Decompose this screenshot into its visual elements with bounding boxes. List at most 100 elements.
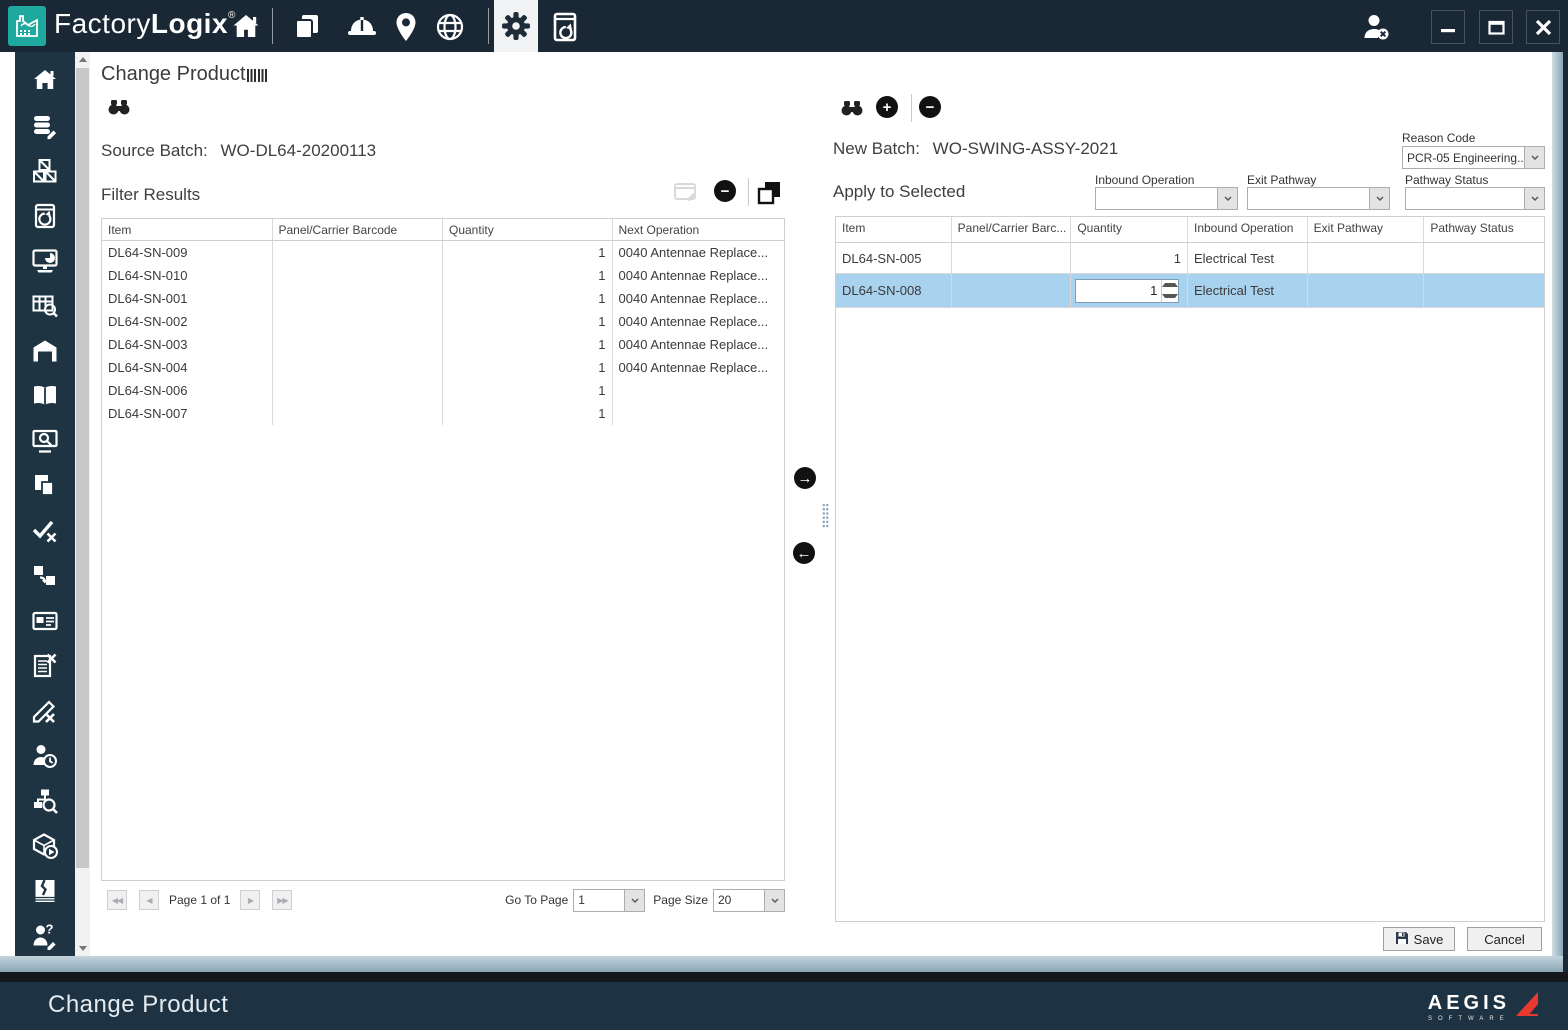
col-pathway-status[interactable]: Pathway Status [1424, 217, 1544, 242]
globe-icon[interactable] [432, 10, 468, 44]
sidebar-measure-cancel-icon[interactable] [30, 696, 60, 726]
vertical-scrollbar[interactable] [1552, 52, 1563, 956]
add-item-button[interactable]: + [876, 96, 898, 118]
app-window: FactoryLogix® [0, 0, 1568, 1030]
sidebar-query-builder-icon[interactable] [30, 291, 60, 321]
sidebar-dashboards-icon[interactable] [30, 246, 60, 276]
sidebar-product-add-icon[interactable] [30, 831, 60, 861]
col-item[interactable]: Item [836, 217, 952, 242]
batches-icon[interactable] [289, 10, 325, 44]
page-size-select[interactable]: 20 [713, 889, 785, 912]
save-button[interactable]: Save [1383, 927, 1455, 951]
move-right-button[interactable]: → [794, 467, 816, 489]
source-batch-label: Source Batch: [101, 141, 208, 160]
cancel-button[interactable]: Cancel [1467, 927, 1542, 951]
inbound-operation-select[interactable] [1095, 187, 1238, 210]
sidebar-wip-transfer-icon[interactable] [30, 471, 60, 501]
settings-gear-button[interactable] [494, 0, 538, 52]
goto-page-label: Go To Page [505, 893, 568, 907]
chevron-down-icon [764, 890, 784, 911]
filter-results-table: Item Panel/Carrier Barcode Quantity Next… [101, 218, 785, 881]
scroll-down-icon[interactable] [75, 941, 90, 956]
sidebar-data-editor-icon[interactable] [30, 111, 60, 141]
table-row[interactable]: DL64-SN-00310040 Antennae Replace... [102, 333, 784, 356]
table-row-selected[interactable]: DL64-SN-008 1 Electrical Test [836, 274, 1544, 308]
chevron-down-icon [1524, 147, 1544, 168]
col-item[interactable]: Item [102, 219, 273, 240]
next-page-button[interactable]: ▶ [240, 890, 260, 910]
spinner-down-icon[interactable] [1162, 291, 1178, 302]
table-row[interactable]: DL64-SN-00210040 Antennae Replace... [102, 310, 784, 333]
maximize-button[interactable] [1479, 10, 1513, 44]
horizontal-scrollbar[interactable] [0, 956, 1563, 972]
logout-user-icon[interactable] [1358, 10, 1394, 44]
pathway-status-select[interactable] [1405, 187, 1545, 210]
chevron-down-icon [1369, 188, 1389, 209]
quantity-stepper[interactable]: 1 [1075, 279, 1179, 303]
col-inbound-operation[interactable]: Inbound Operation [1188, 217, 1308, 242]
table-row[interactable]: DL64-SN-00910040 Antennae Replace... [102, 241, 784, 264]
sidebar-org-lookup-icon[interactable] [30, 786, 60, 816]
table-row[interactable]: DL64-SN-0061 [102, 379, 784, 402]
sidebar-materials-icon[interactable] [30, 156, 60, 186]
sidebar-lookup-icon[interactable] [30, 426, 60, 456]
scroll-up-icon[interactable] [75, 52, 90, 67]
goto-page-select[interactable]: 1 [573, 889, 645, 912]
remove-item-button[interactable]: − [714, 180, 736, 202]
table-row[interactable]: DL64-SN-005 1 Electrical Test [836, 243, 1544, 274]
sidebar-package-damage-icon[interactable] [30, 876, 60, 906]
barcode-icon [247, 69, 267, 82]
scrollbar-thumb[interactable] [76, 68, 89, 868]
status-bar: Change Product AEGIS SOFTWARE [0, 982, 1568, 1030]
first-page-button[interactable]: ◀◀ [107, 890, 127, 910]
sidebar-batch-history-icon[interactable] [30, 201, 60, 231]
source-batch-value: WO-DL64-20200113 [221, 141, 377, 160]
sidebar-scrollbar[interactable] [75, 52, 90, 956]
remove-item-button[interactable]: − [919, 96, 941, 118]
last-page-button[interactable]: ▶▶ [272, 890, 292, 910]
table-row[interactable]: DL64-SN-0071 [102, 402, 784, 425]
sidebar-verification-icon[interactable] [30, 516, 60, 546]
col-panel-barcode[interactable]: Panel/Carrier Barc... [952, 217, 1072, 242]
exit-pathway-select[interactable] [1247, 187, 1390, 210]
production-hardhat-icon[interactable] [344, 10, 380, 44]
home-nav-button[interactable] [228, 10, 264, 44]
prev-page-button[interactable]: ◀ [139, 890, 159, 910]
search-binoculars-icon[interactable] [107, 100, 131, 120]
select-all-icon[interactable] [757, 180, 782, 210]
col-panel-barcode[interactable]: Panel/Carrier Barcode [273, 219, 444, 240]
chevron-down-icon [624, 890, 644, 911]
sidebar-defect-list-icon[interactable] [30, 651, 60, 681]
location-pin-icon[interactable] [388, 10, 424, 44]
sidebar-labor-time-icon[interactable] [30, 741, 60, 771]
col-quantity[interactable]: Quantity [443, 219, 613, 240]
toolbar-separator [272, 8, 273, 44]
sidebar-documentation-icon[interactable] [30, 381, 60, 411]
sidebar-warehouse-icon[interactable] [30, 336, 60, 366]
sidebar-badge-icon[interactable] [30, 606, 60, 636]
apply-selected-header: Item Panel/Carrier Barc... Quantity Inbo… [836, 217, 1544, 243]
toolbar-separator [488, 8, 489, 44]
search-binoculars-icon[interactable] [840, 101, 864, 121]
col-quantity[interactable]: Quantity [1071, 217, 1188, 242]
table-row[interactable]: DL64-SN-00410040 Antennae Replace... [102, 356, 784, 379]
table-row[interactable]: DL64-SN-01010040 Antennae Replace... [102, 264, 784, 287]
sidebar-operator-query-icon[interactable]: ? [30, 921, 60, 951]
aegis-brand-subtext: SOFTWARE [1428, 1016, 1510, 1022]
sidebar-move-icon[interactable] [30, 561, 60, 591]
minimize-button[interactable] [1431, 10, 1465, 44]
splitter-handle[interactable] [822, 503, 829, 529]
sidebar-home-icon[interactable] [30, 66, 60, 96]
exit-pathway-label: Exit Pathway [1247, 173, 1316, 187]
brand-name: FactoryLogix® [54, 8, 236, 40]
reason-code-select[interactable]: PCR-05 Engineering... [1402, 146, 1545, 169]
close-button[interactable] [1526, 10, 1560, 44]
col-next-operation[interactable]: Next Operation [613, 219, 785, 240]
toolbar-separator [911, 94, 912, 122]
nc-review-icon[interactable] [547, 10, 583, 44]
move-left-button[interactable]: ← [793, 542, 815, 564]
col-exit-pathway[interactable]: Exit Pathway [1308, 217, 1425, 242]
titlebar: FactoryLogix® [0, 0, 1568, 52]
spinner-up-icon[interactable] [1162, 280, 1178, 291]
table-row[interactable]: DL64-SN-00110040 Antennae Replace... [102, 287, 784, 310]
